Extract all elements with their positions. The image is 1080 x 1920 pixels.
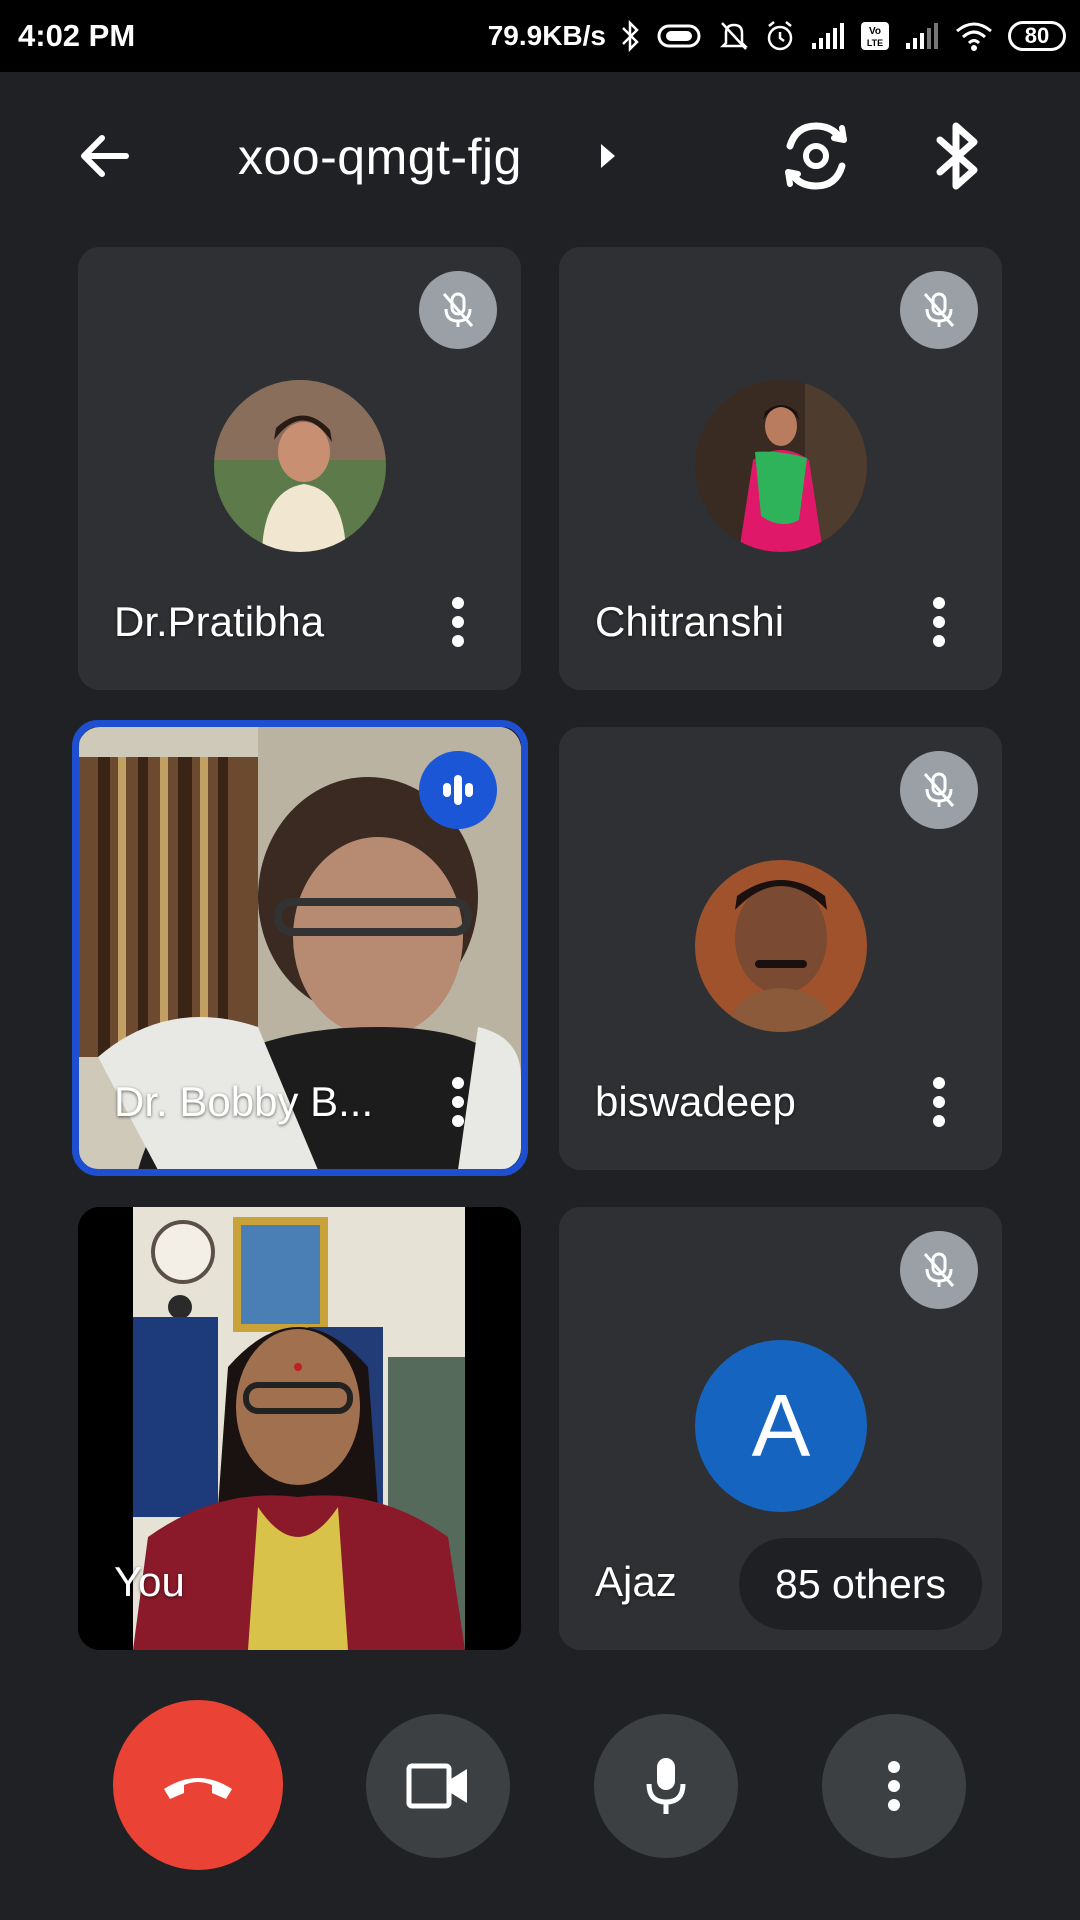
camera-toggle-button[interactable] xyxy=(366,1714,510,1858)
svg-text:Vo: Vo xyxy=(869,26,881,37)
end-call-button[interactable] xyxy=(113,1700,283,1870)
more-vert-icon[interactable] xyxy=(451,596,465,648)
letter-avatar: A xyxy=(695,1340,867,1512)
others-count-button[interactable]: 85 others xyxy=(739,1538,982,1630)
battery-saver-icon xyxy=(656,20,704,52)
call-end-icon xyxy=(164,1778,232,1799)
more-vert-icon[interactable] xyxy=(932,596,946,648)
avatar xyxy=(695,860,867,1032)
bluetooth-icon xyxy=(936,122,978,190)
avatar xyxy=(214,380,386,552)
status-time: 4:02 PM xyxy=(18,18,136,53)
mic-off-icon xyxy=(419,271,497,349)
videocam-icon xyxy=(406,1763,467,1809)
more-vert-icon[interactable] xyxy=(451,1076,465,1128)
svg-text:LTE: LTE xyxy=(867,38,883,48)
participant-tile[interactable]: Dr.Pratibha xyxy=(78,247,521,690)
participant-name: Chitranshi xyxy=(595,598,785,645)
participant-name: Ajaz xyxy=(595,1558,677,1605)
switch-camera-icon xyxy=(785,122,847,190)
audio-output-button[interactable] xyxy=(930,116,986,196)
bluetooth-status-icon xyxy=(620,20,642,52)
notifications-off-icon xyxy=(718,19,750,53)
participant-tile[interactable]: A Ajaz 85 others xyxy=(559,1207,1002,1650)
signal-icon-2 xyxy=(904,21,940,51)
switch-camera-button[interactable] xyxy=(776,116,856,196)
participant-name: You xyxy=(114,1558,185,1605)
participant-name: Dr.Pratibha xyxy=(114,598,325,645)
more-options-button[interactable] xyxy=(822,1714,966,1858)
volte-icon: Vo LTE xyxy=(860,21,890,51)
play-arrow-icon[interactable] xyxy=(598,142,618,175)
more-vert-icon[interactable] xyxy=(932,1076,946,1128)
participant-tile[interactable]: Chitranshi xyxy=(559,247,1002,690)
status-icons: 79.9KB/s Vo LTE 80 xyxy=(488,16,1066,56)
participant-tile[interactable]: Dr. Bobby B... xyxy=(78,727,521,1170)
wifi-icon xyxy=(954,20,994,52)
network-speed: 79.9KB/s xyxy=(487,20,606,51)
participant-name: biswadeep xyxy=(595,1078,796,1125)
participant-tile[interactable]: biswadeep xyxy=(559,727,1002,1170)
back-button[interactable] xyxy=(72,122,140,190)
mic-off-icon xyxy=(900,271,978,349)
mic-toggle-button[interactable] xyxy=(594,1714,738,1858)
mic-off-icon xyxy=(900,751,978,829)
mic-icon xyxy=(646,1758,686,1814)
alarm-icon xyxy=(764,19,796,53)
battery-indicator: 80 xyxy=(1008,21,1066,51)
audio-level-icon xyxy=(419,751,497,829)
status-bar: 4:02 PM 79.9KB/s Vo LTE 80 xyxy=(0,0,1080,72)
meeting-header: xoo-qmgt-fjg xyxy=(0,72,1080,240)
signal-icon-1 xyxy=(810,21,846,51)
mic-off-icon xyxy=(900,1231,978,1309)
more-vert-icon xyxy=(888,1761,900,1811)
arrow-back-icon xyxy=(81,135,129,177)
meeting-code[interactable]: xoo-qmgt-fjg xyxy=(238,128,522,186)
self-view-tile[interactable]: You xyxy=(78,1207,521,1650)
call-controls xyxy=(0,1700,1080,1870)
avatar xyxy=(695,380,867,552)
participant-name: Dr. Bobby B... xyxy=(114,1078,374,1125)
